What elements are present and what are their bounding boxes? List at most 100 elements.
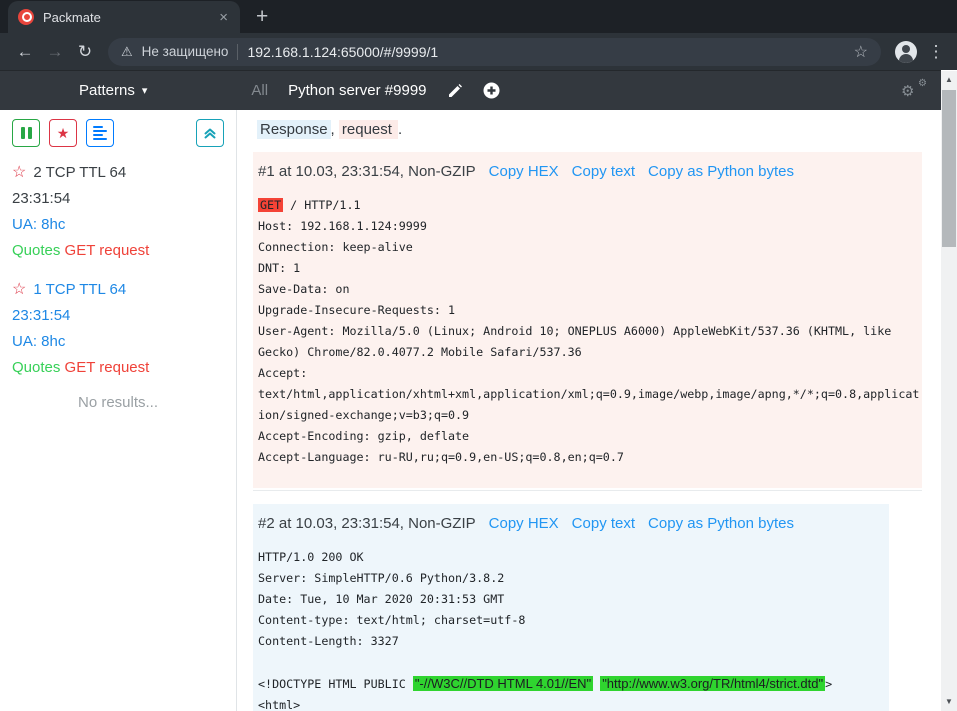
forward-icon[interactable]: →: [40, 42, 70, 62]
pause-icon: [21, 127, 32, 139]
url-text[interactable]: 192.168.1.124:65000/#/9999/1: [247, 44, 438, 60]
packet-line: Save-Data: on: [258, 279, 916, 300]
legend-response: Response: [257, 120, 331, 139]
packet-line: Accept:: [258, 363, 916, 384]
stream-time: 23:31:54: [12, 303, 224, 329]
patterns-dropdown[interactable]: Patterns ▾: [79, 82, 147, 99]
packet-line: HTTP/1.0 200 OK: [258, 547, 883, 568]
packet-line: User-Agent: Mozilla/5.0 (Linux; Android …: [258, 321, 916, 342]
no-results-label: No results...: [12, 394, 224, 411]
tab-all-streams[interactable]: All: [251, 82, 268, 99]
new-tab-button[interactable]: +: [256, 6, 268, 27]
packet-body: HTTP/1.0 200 OKServer: SimpleHTTP/0.6 Py…: [258, 547, 883, 711]
packet-separator: [253, 490, 922, 491]
packet-header: #2 at 10.03, 23:31:54, Non-GZIP: [258, 515, 476, 532]
packet-line: Upgrade-Insecure-Requests: 1: [258, 300, 916, 321]
copy-hex-link[interactable]: Copy HEX: [489, 163, 559, 180]
packet-line: [258, 652, 883, 673]
browser-tab[interactable]: Packmate ×: [8, 1, 240, 33]
packet-list: #1 at 10.03, 23:31:54, Non-GZIP Copy HEX C…: [253, 152, 941, 711]
pattern-match-highlight: GET: [258, 198, 283, 212]
stream-tag-red: GET request: [65, 359, 150, 376]
packet-line: Date: Tue, 10 Mar 2020 20:31:53 GMT: [258, 589, 883, 610]
edit-service-button[interactable]: [447, 83, 463, 99]
favorite-star-icon[interactable]: ☆: [12, 281, 26, 298]
settings-gears-icon[interactable]: ⚙ ⚙: [901, 82, 925, 100]
page-viewport: ★ ☆2 TCP TTL 6423:31:54UA: 8hcQuotes GET…: [0, 110, 941, 711]
stream-title[interactable]: 1 TCP TTL 64: [33, 281, 126, 298]
copy-text-link[interactable]: Copy text: [572, 163, 635, 180]
address-bar[interactable]: ⚠ Не защищено 192.168.1.124:65000/#/9999…: [108, 38, 881, 66]
packet-body: GET / HTTP/1.1Host: 192.168.1.124:9999Co…: [258, 195, 916, 468]
add-service-button[interactable]: [483, 82, 500, 99]
back-icon[interactable]: ←: [10, 42, 40, 62]
packet-line: ion/signed-exchange;v=b3;q=0.9: [258, 405, 916, 426]
tab-current-service[interactable]: Python server #9999: [288, 82, 426, 99]
scroll-down-icon[interactable]: ▼: [941, 695, 957, 709]
favorites-filter-button[interactable]: ★: [49, 119, 77, 147]
pattern-match-highlight: "-//W3C//DTD HTML 4.01//EN": [413, 676, 593, 691]
packet-line: Connection: keep-alive: [258, 237, 916, 258]
align-left-icon: [93, 126, 107, 140]
packet-line: Content-Length: 3327: [258, 631, 883, 652]
packmate-favicon-icon: [18, 9, 34, 25]
reload-icon[interactable]: ↻: [70, 42, 100, 62]
stream-ua-link[interactable]: UA: 8hc: [12, 329, 224, 355]
copy-python-bytes-link[interactable]: Copy as Python bytes: [648, 163, 794, 180]
app-navbar: Patterns ▾ All Python server #9999 ⚙ ⚙: [0, 70, 941, 110]
packet-header: #1 at 10.03, 23:31:54, Non-GZIP: [258, 163, 476, 180]
tab-close-icon[interactable]: ×: [217, 10, 230, 25]
pattern-match-highlight: "http://www.w3.org/TR/html4/strict.dtd": [600, 676, 825, 691]
copy-text-link[interactable]: Copy text: [572, 515, 635, 532]
packet-line: text/html,application/xhtml+xml,applicat…: [258, 384, 916, 405]
stream-detail: Response, request. #1 at 10.03, 23:31:54…: [237, 110, 941, 711]
packet-line: Accept-Encoding: gzip, deflate: [258, 426, 916, 447]
chevron-down-icon: ▾: [142, 84, 148, 97]
packet-block-response: #2 at 10.03, 23:31:54, Non-GZIP Copy HEX C…: [253, 504, 889, 711]
stream-time: 23:31:54: [12, 186, 224, 212]
not-secure-warning-icon[interactable]: ⚠: [121, 44, 133, 60]
stream-list: ☆2 TCP TTL 6423:31:54UA: 8hcQuotes GET r…: [12, 160, 224, 381]
packet-line: Accept-Language: ru-RU,ru;q=0.9,en-US;q=…: [258, 447, 916, 468]
legend-request: request: [339, 120, 398, 139]
copy-python-bytes-link[interactable]: Copy as Python bytes: [648, 515, 794, 532]
plus-circle-icon: [483, 82, 500, 99]
scrollbar-thumb[interactable]: [942, 90, 956, 247]
stream-tag-green: Quotes: [12, 242, 60, 259]
packet-line: Gecko) Chrome/82.0.4077.2 Mobile Safari/…: [258, 342, 916, 363]
packet-line: <html>: [258, 695, 883, 711]
browser-toolbar: ← → ↻ ⚠ Не защищено 192.168.1.124:65000/…: [0, 33, 957, 70]
collapse-sidebar-button[interactable]: [196, 119, 224, 147]
list-filter-button[interactable]: [86, 119, 114, 147]
stream-tag-green: Quotes: [12, 359, 60, 376]
sidebar-toolbar: ★: [12, 119, 224, 147]
browser-menu-icon[interactable]: ⋮: [925, 42, 947, 62]
scroll-up-icon[interactable]: ▲: [941, 73, 957, 87]
favorite-star-icon[interactable]: ☆: [12, 164, 26, 181]
star-icon: ★: [57, 125, 70, 142]
packet-line: DNT: 1: [258, 258, 916, 279]
pause-capture-button[interactable]: [12, 119, 40, 147]
pencil-icon: [447, 83, 463, 99]
packet-line: GET / HTTP/1.1: [258, 195, 916, 216]
packet-line: Host: 192.168.1.124:9999: [258, 216, 916, 237]
browser-tab-strip: Packmate × +: [0, 0, 957, 33]
stream-entry[interactable]: ☆ 2 TCP TTL 64 23:31:54UA: 8hc Quotes GET r…: [12, 160, 224, 264]
profile-avatar[interactable]: [895, 41, 917, 63]
packet-line: Content-type: text/html; charset=utf-8: [258, 610, 883, 631]
tab-title: Packmate: [43, 10, 208, 25]
url-separator: [237, 44, 238, 60]
packet-line: <!DOCTYPE HTML PUBLIC "-//W3C//DTD HTML …: [258, 673, 883, 695]
bookmark-star-icon[interactable]: ☆: [854, 42, 868, 62]
stream-tag-red: GET request: [65, 242, 150, 259]
security-label[interactable]: Не защищено: [142, 44, 229, 59]
stream-ua-link[interactable]: UA: 8hc: [12, 212, 224, 238]
packet-line: Server: SimpleHTTP/0.6 Python/3.8.2: [258, 568, 883, 589]
chevron-double-up-icon: [203, 126, 217, 140]
copy-hex-link[interactable]: Copy HEX: [489, 515, 559, 532]
vertical-scrollbar[interactable]: ▲ ▼: [941, 71, 957, 711]
stream-sidebar: ★ ☆2 TCP TTL 6423:31:54UA: 8hcQuotes GET…: [0, 110, 237, 711]
stream-entry[interactable]: ☆ 1 TCP TTL 64 23:31:54UA: 8hc Quotes GET r…: [12, 277, 224, 381]
stream-title[interactable]: 2 TCP TTL 64: [33, 164, 126, 181]
legend: Response, request.: [257, 121, 941, 138]
